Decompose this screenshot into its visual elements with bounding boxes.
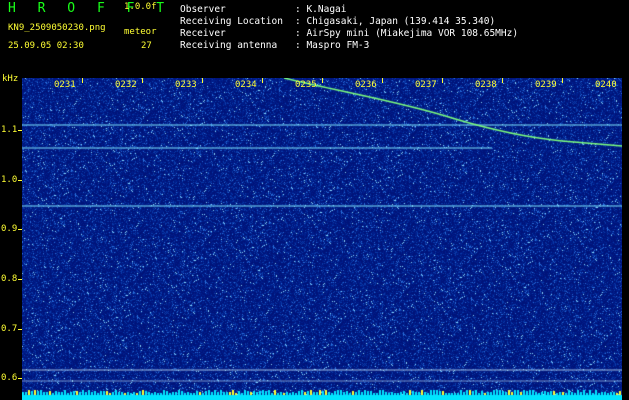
info-value: : K.Nagai (295, 4, 347, 15)
x-tick-label: 0240 (595, 80, 617, 90)
y-tick-label: 0.7 (1, 324, 18, 334)
info-value: : Maspro FM-3 (295, 40, 370, 51)
x-tick (562, 78, 563, 83)
y-tick (18, 180, 22, 181)
info-key: Receiver (180, 28, 226, 39)
y-tick-label: 1.0 (1, 175, 18, 185)
info-value: : AirSpy mini (Miakejima VOR 108.65MHz) (295, 28, 519, 39)
x-tick (322, 78, 323, 83)
x-tick-label: 0231 (54, 80, 76, 90)
meteor-count: 27 (141, 41, 152, 51)
info-row: Receiver : AirSpy mini (Miakejima VOR 108… (180, 28, 518, 40)
y-tick (18, 229, 22, 230)
info-row: Observer : K.Nagai (180, 4, 518, 16)
y-tick (18, 378, 22, 379)
x-tick (442, 78, 443, 83)
timestamp: 25.09.05 02:30 (8, 41, 84, 51)
info-key: Receiving antenna (180, 40, 278, 51)
info-key: Observer (180, 4, 226, 15)
info-key: Receiving Location (180, 16, 283, 27)
meteor-label: meteor (124, 27, 157, 37)
file-name: KN9_2509050230.png (8, 23, 106, 33)
y-tick-label: 0.6 (1, 373, 18, 383)
spectrogram-canvas (22, 78, 622, 400)
x-tick-label: 0239 (535, 80, 557, 90)
info-row: Receiving antenna : Maspro FM-3 (180, 40, 518, 52)
x-tick-label: 0233 (175, 80, 197, 90)
version-label: 1.0.0f (124, 2, 157, 12)
x-tick-label: 0236 (355, 80, 377, 90)
info-value: : Chigasaki, Japan (139.414 35.340) (295, 16, 496, 27)
y-tick (18, 279, 22, 280)
y-tick-label: 0.8 (1, 274, 18, 284)
x-tick (382, 78, 383, 83)
y-tick-label: 0.9 (1, 224, 18, 234)
x-tick-label: 0235 (295, 80, 317, 90)
header-panel: H R O F F T 1.0.0f KN9_2509050230.png me… (0, 0, 629, 76)
station-info: Observer : K.Nagai Receiving Location : Ch… (180, 4, 518, 52)
x-tick-label: 0238 (475, 80, 497, 90)
x-tick-label: 0237 (415, 80, 437, 90)
x-tick (502, 78, 503, 83)
y-unit-label: kHz (2, 74, 19, 84)
x-tick (142, 78, 143, 83)
spectrogram-plot (22, 78, 622, 400)
x-tick (262, 78, 263, 83)
x-tick (202, 78, 203, 83)
info-row: Receiving Location : Chigasaki, Japan (13… (180, 16, 518, 28)
x-tick-label: 0232 (115, 80, 137, 90)
y-tick (18, 329, 22, 330)
x-tick-label: 0234 (235, 80, 257, 90)
x-tick (82, 78, 83, 83)
y-tick-label: 1.1 (1, 125, 18, 135)
y-tick (18, 130, 22, 131)
